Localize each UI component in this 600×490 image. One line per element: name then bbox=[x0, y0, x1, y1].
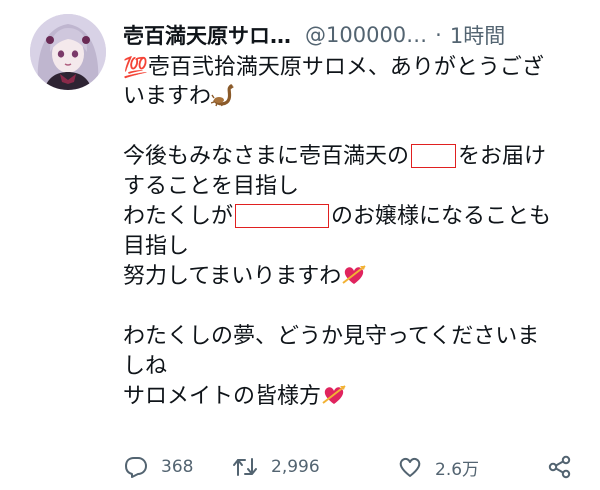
text-line-9: しね bbox=[123, 354, 168, 379]
hundred-points-emoji: 💯 bbox=[123, 55, 148, 79]
display-name[interactable]: 壱百満天原サロ… bbox=[123, 20, 291, 50]
retweet-button[interactable]: 2,996 bbox=[231, 455, 320, 479]
tweet: 壱百満天原サロ… @100000… · 1時間 💯壱百弐拾満天原サロメ、ありがと… bbox=[0, 0, 600, 490]
share-icon bbox=[548, 455, 571, 479]
avatar-icon bbox=[30, 14, 106, 90]
like-button[interactable]: 2.6万 bbox=[397, 455, 479, 480]
reply-count: 368 bbox=[161, 457, 194, 477]
redaction-box bbox=[235, 204, 330, 228]
share-button[interactable] bbox=[547, 455, 573, 479]
retweet-count: 2,996 bbox=[271, 457, 320, 477]
reply-button[interactable]: 368 bbox=[123, 455, 193, 479]
tweet-text: 💯壱百弐拾満天原サロメ、ありがとうござ いますわ 今後もみなさまに壱百満天の をお… bbox=[123, 52, 593, 412]
text-line-8: わたくしの夢、どうか見守ってくださいま bbox=[123, 324, 540, 349]
text-line-3: 今後もみなさまに壱百満天の をお届け bbox=[123, 144, 547, 169]
tweet-header: 壱百満天原サロ… @100000… · 1時間 bbox=[123, 18, 593, 52]
retweet-icon bbox=[233, 458, 257, 476]
timestamp[interactable]: 1時間 bbox=[450, 20, 505, 50]
reply-icon bbox=[125, 457, 147, 478]
heart-outline-icon bbox=[399, 457, 421, 477]
text-line-2: いますわ bbox=[123, 82, 593, 112]
tweet-actions: 368 2,996 2.6万 bbox=[123, 452, 583, 482]
like-count: 2.6万 bbox=[435, 459, 480, 480]
avatar[interactable] bbox=[30, 14, 106, 90]
scorpion-icon bbox=[210, 83, 237, 107]
text-line-6: 目指し bbox=[123, 234, 190, 259]
separator-dot: · bbox=[435, 23, 442, 47]
user-handle[interactable]: @100000… bbox=[305, 23, 427, 47]
text-line-5: わたくしが のお嬢様になることも bbox=[123, 204, 552, 229]
text-line-7: 努力してまいりますわ bbox=[123, 262, 593, 292]
text-line-1: 💯壱百弐拾満天原サロメ、ありがとうござ bbox=[123, 55, 544, 80]
heart-with-arrow-icon bbox=[341, 263, 367, 287]
heart-with-arrow-icon bbox=[321, 383, 347, 407]
redaction-box bbox=[411, 144, 457, 168]
text-line-10: サロメイトの皆様方 bbox=[123, 382, 593, 412]
text-line-4: することを目指し bbox=[123, 174, 300, 199]
